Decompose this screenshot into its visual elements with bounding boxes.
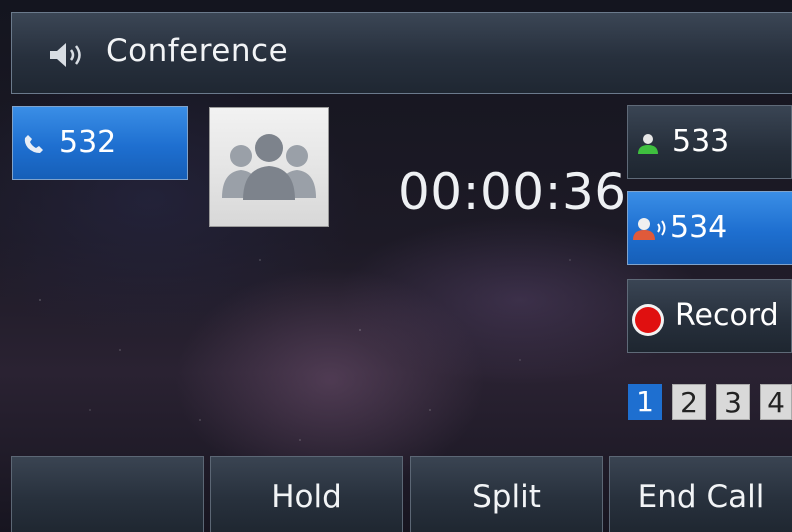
- phone-screen: Conference 532 00:00:36 533 534 Record 1…: [0, 0, 792, 532]
- group-avatar-icon: [209, 107, 329, 227]
- record-label: Record: [675, 298, 779, 333]
- phone-handset-icon: [24, 135, 43, 153]
- line-button-532[interactable]: 532: [12, 106, 188, 180]
- participant-button-533[interactable]: 533: [627, 105, 792, 179]
- participant-button-534[interactable]: 534: [627, 191, 792, 265]
- call-timer: 00:00:36: [398, 163, 627, 221]
- participant-label: 533: [672, 124, 730, 159]
- page-4-indicator[interactable]: 4: [760, 384, 792, 420]
- speaker-icon: [50, 43, 81, 67]
- group-people-icon: [222, 134, 316, 200]
- contact-speaking-icon: [633, 218, 666, 240]
- end-call-softkey[interactable]: End Call: [609, 456, 792, 532]
- page-3-indicator[interactable]: 3: [716, 384, 750, 420]
- page-2-indicator[interactable]: 2: [672, 384, 706, 420]
- hold-softkey[interactable]: Hold: [210, 456, 403, 532]
- line-label: 532: [59, 125, 117, 160]
- title-bar: Conference: [11, 12, 792, 94]
- record-button[interactable]: Record: [627, 279, 792, 353]
- participant-label: 534: [670, 210, 728, 245]
- record-dot-icon: [632, 304, 664, 336]
- split-softkey[interactable]: Split: [410, 456, 603, 532]
- page-1-indicator[interactable]: 1: [628, 384, 662, 420]
- page-title: Conference: [106, 33, 289, 69]
- softkey-1[interactable]: [11, 456, 204, 532]
- contact-icon: [638, 134, 658, 154]
